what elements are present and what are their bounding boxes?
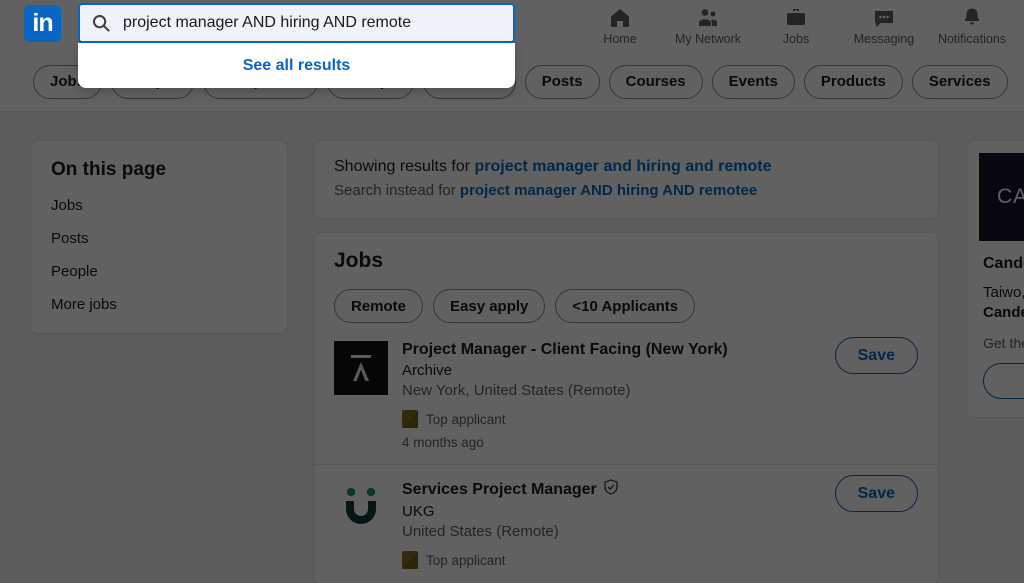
search-icon — [92, 14, 110, 32]
app-root: Home My Network — [0, 0, 1024, 583]
search-input[interactable] — [123, 14, 501, 32]
search-suggestions-dropdown: See all results — [78, 43, 515, 88]
search-bar[interactable] — [78, 3, 515, 43]
see-all-results-link[interactable]: See all results — [243, 57, 351, 75]
linkedin-logo[interactable]: in — [24, 5, 61, 42]
